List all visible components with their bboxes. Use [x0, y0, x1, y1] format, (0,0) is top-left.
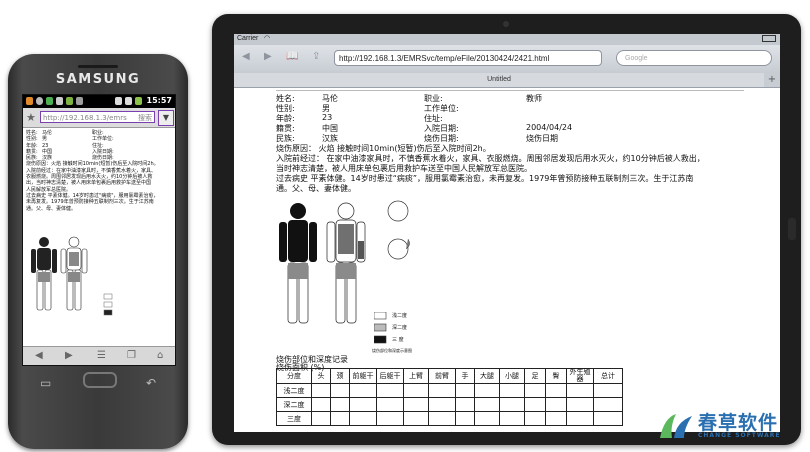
tab-untitled[interactable]: Untitled — [234, 73, 764, 87]
debug-icon — [66, 97, 73, 105]
wifi-icon: ◠ — [264, 35, 271, 42]
back-key-icon[interactable]: ↶ — [146, 376, 156, 390]
phone-page-content: 姓名: 马伦 职业: 性别: 男工作单位: 年龄: 23 住址: 籍贯: 中国 入院日期: 民… — [26, 130, 172, 340]
tablet-browser-toolbar: ◀ ▶ 📖 ⇪ http://192.168.1.3/EMRSvc/temp/e… — [234, 45, 780, 74]
app-notification-icon — [26, 97, 33, 105]
phone-text-line: 通。父、母、妻体健。 — [26, 205, 77, 212]
back-icon[interactable]: ◀ — [35, 350, 43, 361]
table-header: 前躯干 — [349, 368, 377, 384]
table-header: 上臂 — [403, 368, 429, 384]
tablet-tab-bar: Untitled + — [234, 73, 780, 88]
share-icon[interactable]: ⇪ — [312, 51, 320, 62]
android-phone: SAMSUNG 15:57 ★ http://192.168.1.3/emrs … — [8, 54, 188, 449]
tablet-url-field[interactable]: http://192.168.1.3/EMRSvc/temp/eFile/201… — [334, 50, 602, 66]
home-icon[interactable]: ⌂ — [157, 350, 163, 361]
menu-key-icon[interactable]: ▭ — [40, 376, 51, 390]
download-icon — [56, 97, 63, 105]
table-header: 臀 — [545, 368, 567, 384]
job-value: 教师 — [526, 94, 542, 103]
table-header: 足 — [524, 368, 546, 384]
legend-deep-label: 深二度 — [392, 325, 408, 331]
burn-area-table: 分度 头 颈 前躯干 后躯干 上臂 前臂 手 大腿 小腿 足 臀 外生殖器 总计… — [276, 368, 623, 426]
phone-brand: SAMSUNG — [55, 72, 141, 87]
android-icon — [46, 97, 53, 105]
phone-speaker — [78, 65, 118, 68]
diagram-caption: 烧伤部位和深度示意图 — [372, 348, 412, 353]
bookmark-star-icon[interactable]: ★ — [26, 111, 36, 124]
phone-search-label: 搜索 — [138, 114, 152, 122]
home-button[interactable] — [788, 218, 796, 240]
menu-icon[interactable]: ☰ — [97, 350, 106, 361]
usb-icon — [36, 97, 43, 105]
new-tab-plus-icon[interactable]: + — [766, 73, 778, 87]
phone-screen: 15:57 ★ http://192.168.1.3/emrs 搜索 ▼ 姓名:… — [22, 94, 176, 366]
sync-icon — [76, 97, 83, 105]
tablet-screen: Carrier ◠ ◀ ▶ 📖 ⇪ http://192.168.1.3/EMR… — [234, 34, 780, 432]
table-header: 头 — [311, 368, 331, 384]
table-header: 大腿 — [474, 368, 500, 384]
ipad-tablet: Carrier ◠ ◀ ▶ 📖 ⇪ http://192.168.1.3/EMR… — [212, 14, 801, 445]
divider — [276, 90, 744, 91]
burn-legend-swatches — [374, 312, 387, 344]
phone-url-text: http://192.168.1.3/emrs — [43, 114, 127, 122]
back-icon[interactable]: ◀ — [242, 51, 250, 62]
phone-address-bar: ★ http://192.168.1.3/emrs 搜索 ▼ — [23, 108, 175, 128]
legend-shallow-label: 浅二度 — [392, 313, 408, 319]
table-row-label: 深二度 — [276, 397, 312, 412]
camera-icon — [503, 21, 509, 27]
table-row-label: 三度 — [276, 411, 312, 426]
table-row: 三度 — [276, 411, 623, 426]
table-row: 深二度 — [276, 397, 623, 412]
battery-icon — [762, 35, 776, 42]
table-header: 后躯干 — [376, 368, 404, 384]
battery-icon — [135, 97, 142, 105]
bookmarks-icon[interactable]: 📖 — [286, 51, 298, 62]
carrier-label: Carrier — [237, 35, 259, 42]
tablet-status-bar: Carrier ◠ — [234, 34, 780, 45]
forward-icon[interactable]: ▶ — [264, 51, 272, 62]
phone-url-field[interactable]: http://192.168.1.3/emrs 搜索 — [40, 111, 155, 123]
phone-hardware-keys: ▭ ↶ — [8, 372, 188, 402]
history-line: 通。父、母、妻体健。 — [276, 184, 356, 193]
phone-browser-toolbar: ◀ ▶ ☰ ❐ ⌂ — [23, 346, 175, 365]
logo-subtitle: CHANGE SOFTWARE — [698, 432, 781, 439]
change-software-logo-icon — [660, 414, 692, 438]
phone-status-bar: 15:57 — [23, 95, 175, 108]
phone-text-line: 未再复发。1979年曾预防接种五联制剂三次。生于江苏南 — [26, 199, 154, 206]
legend-third-label: 三 度 — [392, 337, 404, 343]
body-front-figure — [279, 203, 317, 262]
vibrate-icon — [115, 97, 122, 105]
logo-name: 春草软件 — [698, 412, 779, 434]
tabs-icon[interactable]: ❐ — [127, 350, 136, 361]
phone-text-line: 出，当时神志清楚，被人用床单包裹后用救护车送至中国 — [26, 180, 152, 187]
table-header: 分度 — [276, 368, 312, 384]
phone-burn-diagram — [31, 236, 113, 316]
table-header: 总计 — [593, 368, 623, 384]
table-header: 手 — [455, 368, 475, 384]
age-value: 23 — [322, 113, 333, 122]
table-header-row: 分度 头 颈 前躯干 后躯干 上臂 前臂 手 大腿 小腿 足 臀 外生殖器 总计 — [276, 368, 623, 384]
table-header: 前臂 — [428, 368, 456, 384]
table-row: 浅二度 — [276, 383, 623, 398]
burn-value: 烧伤日期 — [526, 134, 558, 143]
forward-icon[interactable]: ▶ — [65, 350, 73, 361]
chevron-down-icon[interactable]: ▼ — [158, 110, 174, 126]
table-header: 外生殖器 — [566, 368, 594, 384]
phone-text-line: 烧伤原因：火焰 接触时间10min(短暂)伤后至入院时间2h。 — [26, 161, 159, 168]
table-row-label: 浅二度 — [276, 383, 312, 398]
table-header: 小腿 — [499, 368, 525, 384]
google-search-field[interactable]: Google — [616, 50, 772, 66]
admit-value: 2004/04/24 — [526, 123, 573, 132]
tablet-page-content: 姓名: 马伦 职业: 教师 性别: 男 工作单位: 年龄: 23 住址: 籍贯:… — [276, 90, 766, 430]
table-header: 颈 — [330, 368, 350, 384]
wifi-icon — [125, 97, 132, 105]
status-time: 15:57 — [146, 96, 172, 105]
